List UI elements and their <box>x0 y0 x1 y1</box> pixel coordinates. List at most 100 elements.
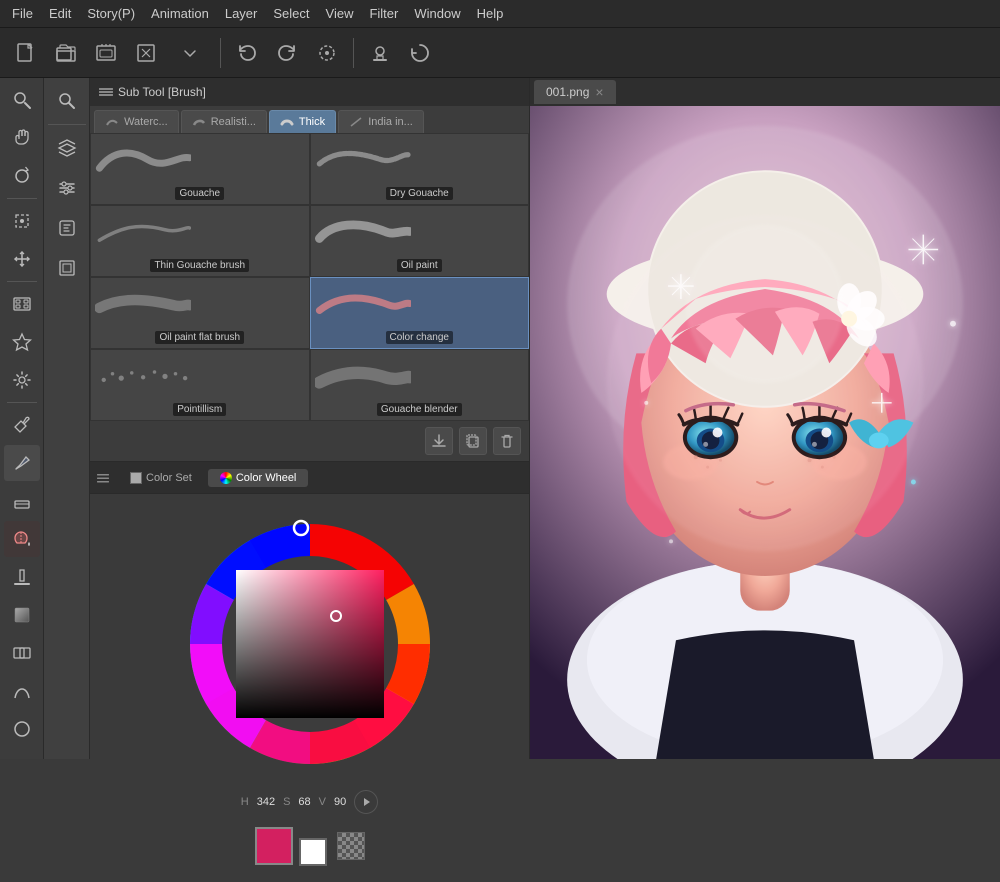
menu-animation[interactable]: Animation <box>143 4 217 23</box>
menu-view[interactable]: View <box>318 4 362 23</box>
brush-cell-dry-gouache[interactable]: Dry Gouache <box>310 133 530 205</box>
separator-1 <box>220 38 221 68</box>
brush-cell-pointillism[interactable]: Pointillism <box>90 349 310 421</box>
brush-grid: Gouache Dry Gouache Thin Gouache brush O… <box>90 133 529 421</box>
color-values: H 342 S 68 V 90 <box>231 784 389 820</box>
circle-tool[interactable] <box>4 711 40 747</box>
fill-tool[interactable] <box>4 559 40 595</box>
brush-cell-gouache[interactable]: Gouache <box>90 133 310 205</box>
zoom-tool[interactable] <box>4 82 40 118</box>
s-value: 68 <box>298 796 310 808</box>
secondary-color-swatch[interactable] <box>299 838 327 866</box>
sub-fx-btn[interactable] <box>48 209 86 247</box>
anime-canvas <box>530 106 1000 759</box>
sub-tool-title: Sub Tool [Brush] <box>118 85 206 99</box>
brush-actions <box>90 421 529 461</box>
main-content: Sub Tool [Brush] Waterc... Realisti... T… <box>0 78 1000 759</box>
separator <box>7 198 37 199</box>
brush-tabs: Waterc... Realisti... Thick India in... <box>90 106 529 133</box>
sub-zoom-btn[interactable] <box>48 82 86 120</box>
sub-tool-panel: Sub Tool [Brush] Waterc... Realisti... T… <box>90 78 529 462</box>
gradient-tool[interactable] <box>4 597 40 633</box>
s-label: S <box>283 796 290 808</box>
delete-preset-btn[interactable] <box>493 427 521 455</box>
expand-button[interactable] <box>128 35 164 71</box>
left-toolbar <box>0 78 44 759</box>
color-panel-menu[interactable] <box>96 471 110 485</box>
brush-tab-india[interactable]: India in... <box>338 110 424 133</box>
menu-bar: File Edit Story(P) Animation Layer Selec… <box>0 0 1000 28</box>
hand-tool[interactable] <box>4 120 40 156</box>
color-set-tab[interactable]: Color Set <box>118 469 204 487</box>
sub-frame-btn[interactable] <box>48 249 86 287</box>
canvas-tab-001[interactable]: 001.png × <box>534 80 616 104</box>
menu-select[interactable]: Select <box>265 4 317 23</box>
eyedrop-tool[interactable] <box>4 407 40 443</box>
sub-tool-header: Sub Tool [Brush] <box>90 78 529 106</box>
color-square[interactable] <box>236 570 384 718</box>
v-value: 90 <box>334 796 346 808</box>
sub-separator <box>48 124 86 125</box>
canvas-area: 001.png × <box>530 78 1000 759</box>
transform-button[interactable] <box>309 35 345 71</box>
primary-color-swatch[interactable] <box>255 827 293 865</box>
open-file-button[interactable] <box>48 35 84 71</box>
move-tool[interactable] <box>4 241 40 277</box>
film-tool[interactable] <box>4 286 40 322</box>
redo-button[interactable] <box>269 35 305 71</box>
brush-cell-oil-flat[interactable]: Oil paint flat brush <box>90 277 310 349</box>
v-label: V <box>319 796 326 808</box>
top-toolbar <box>0 28 1000 78</box>
stamp-button[interactable] <box>362 35 398 71</box>
menu-window[interactable]: Window <box>406 4 468 23</box>
brush-cell-thin-gouache[interactable]: Thin Gouache brush <box>90 205 310 277</box>
separator-2 <box>7 281 37 282</box>
color-panel: Color Set Color Wheel <box>90 462 529 882</box>
paint-bucket-tool[interactable] <box>4 521 40 557</box>
menu-story[interactable]: Story(P) <box>79 4 143 23</box>
eraser-tool[interactable] <box>4 483 40 519</box>
sub-adjust-btn[interactable] <box>48 169 86 207</box>
rotate-tool[interactable] <box>4 158 40 194</box>
transparent-swatch[interactable] <box>337 832 365 860</box>
color-wheel-container: H 342 S 68 V 90 <box>90 494 529 882</box>
canvas-view[interactable] <box>530 106 1000 759</box>
separator-2 <box>353 38 354 68</box>
color-panel-header: Color Set Color Wheel <box>90 462 529 494</box>
color-wheel-tab[interactable]: Color Wheel <box>208 469 309 487</box>
rotate-canvas-button[interactable] <box>402 35 438 71</box>
color-advance-btn[interactable] <box>354 790 378 814</box>
new-document-button[interactable] <box>8 35 44 71</box>
undo-button[interactable] <box>229 35 265 71</box>
transform-selection-tool[interactable] <box>4 203 40 239</box>
clone-tool[interactable] <box>4 635 40 671</box>
canvas-tab-close-btn[interactable]: × <box>595 84 603 100</box>
menu-help[interactable]: Help <box>469 4 512 23</box>
star-tool[interactable] <box>4 324 40 360</box>
menu-file[interactable]: File <box>4 4 41 23</box>
dropdown-button[interactable] <box>168 35 212 71</box>
brush-cell-gouache-blender[interactable]: Gouache blender <box>310 349 530 421</box>
export-button[interactable] <box>88 35 124 71</box>
color-set-icon <box>130 472 142 484</box>
copy-preset-btn[interactable] <box>459 427 487 455</box>
panel-area: Sub Tool [Brush] Waterc... Realisti... T… <box>90 78 530 759</box>
download-preset-btn[interactable] <box>425 427 453 455</box>
pen-tool[interactable] <box>4 445 40 481</box>
brush-tab-thick[interactable]: Thick <box>269 110 336 133</box>
brush-cell-oil-paint[interactable]: Oil paint <box>310 205 530 277</box>
color-wheel-wrapper[interactable] <box>170 504 450 784</box>
menu-edit[interactable]: Edit <box>41 4 79 23</box>
h-value: 342 <box>257 796 275 808</box>
menu-layer[interactable]: Layer <box>217 4 266 23</box>
brush-tab-watercolor[interactable]: Waterc... <box>94 110 179 133</box>
bezier-tool[interactable] <box>4 673 40 709</box>
brush-tab-realistic[interactable]: Realisti... <box>181 110 267 133</box>
menu-filter[interactable]: Filter <box>361 4 406 23</box>
h-label: H <box>241 796 249 808</box>
sub-toolbar <box>44 78 90 759</box>
sub-layers-btn[interactable] <box>48 129 86 167</box>
brush-cell-color-change[interactable]: Color change <box>310 277 530 349</box>
color-swatches <box>245 820 375 872</box>
settings-tool[interactable] <box>4 362 40 398</box>
